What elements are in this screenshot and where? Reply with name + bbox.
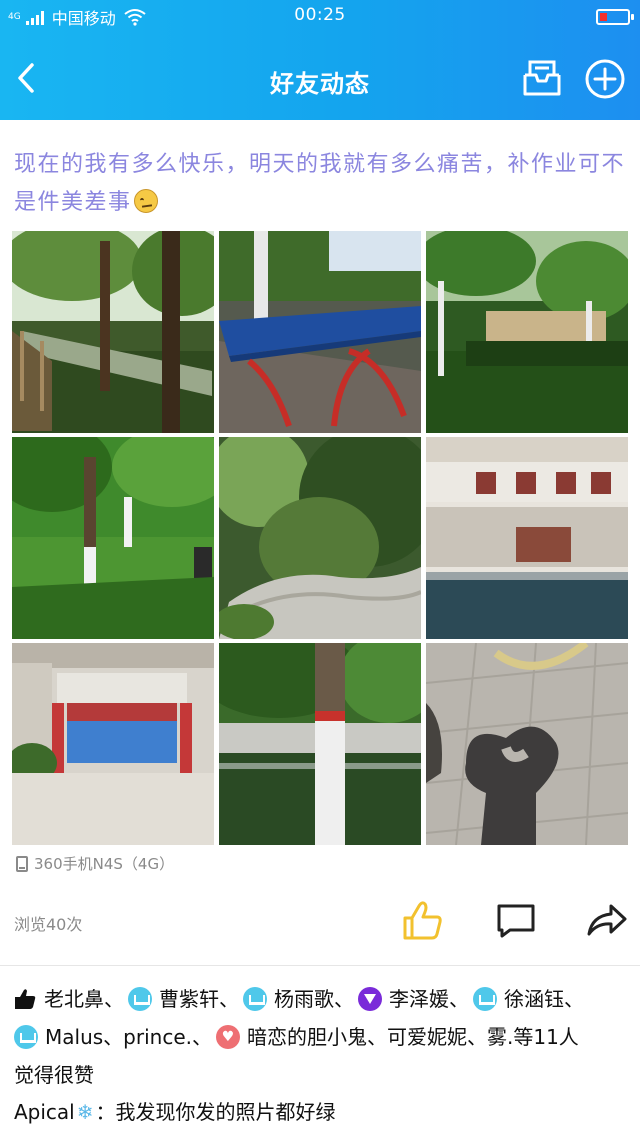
header-bar: 4G 中国移动 00:25 好友动态: [0, 0, 640, 120]
liker-name[interactable]: 老北鼻: [44, 987, 104, 1011]
likes-count[interactable]: 等11人: [513, 1025, 578, 1049]
photo-grid: [12, 231, 628, 845]
post-text-content: 现在的我有多么快乐，明天的我就有多么痛苦，补作业可不是件美差事: [14, 152, 626, 215]
snowflake-icon: ❄: [76, 1100, 94, 1124]
liker-name[interactable]: 暗恋的胆小鬼: [247, 1025, 367, 1049]
photo-8[interactable]: [219, 643, 421, 845]
status-time: 00:25: [294, 5, 346, 25]
thumbs-up-icon[interactable]: [401, 898, 445, 942]
battery-icon: [596, 9, 634, 25]
view-count: 浏览40次: [14, 915, 83, 934]
commenter-name[interactable]: Apical: [14, 1100, 75, 1124]
liker-name[interactable]: 可爱妮妮: [387, 1025, 467, 1049]
likes-list: 老北鼻、曹紫轩、杨雨歌、李泽媛、徐涵钰、Malus、prince.、暗恋的胆小鬼…: [14, 980, 628, 1094]
back-arrow-icon[interactable]: [8, 58, 48, 98]
separator: 、: [334, 987, 354, 1011]
liker-name[interactable]: 杨雨歌: [274, 987, 334, 1011]
liker-name[interactable]: 雾.: [487, 1025, 513, 1049]
photo-7[interactable]: [12, 643, 214, 845]
liker-name[interactable]: 徐涵钰: [504, 987, 564, 1011]
plus-circle-icon[interactable]: [584, 58, 626, 100]
photo-3[interactable]: [426, 231, 628, 433]
device-info: 360手机N4S（4G）: [16, 853, 174, 874]
status-bar: 4G 中国移动 00:25: [0, 0, 640, 34]
nav-bar: 好友动态: [0, 34, 640, 120]
crown-badge-icon: [14, 1025, 38, 1049]
message-box-icon[interactable]: [521, 58, 563, 98]
crown-badge-icon: [128, 987, 152, 1011]
likes-suffix: 觉得很赞: [14, 1063, 94, 1087]
divider: [0, 965, 640, 966]
separator: 、: [449, 987, 469, 1011]
photo-6[interactable]: [426, 437, 628, 639]
device-label: 360手机N4S（4G）: [34, 855, 175, 873]
post-text: 现在的我有多么快乐，明天的我就有多么痛苦，补作业可不是件美差事: [14, 146, 632, 222]
separator: 、: [103, 1025, 124, 1049]
photo-4[interactable]: [12, 437, 214, 639]
photo-9[interactable]: [426, 643, 628, 845]
thumbs-up-icon: [15, 989, 36, 1009]
crown-badge-icon: [473, 987, 497, 1011]
crown-badge-icon: [243, 987, 267, 1011]
photo-1[interactable]: [12, 231, 214, 433]
share-arrow-icon[interactable]: [585, 898, 629, 942]
liker-name[interactable]: 李泽媛: [389, 987, 449, 1011]
separator: 、: [191, 1025, 212, 1049]
heart-badge-icon: [215, 1025, 240, 1049]
separator: 、: [104, 987, 124, 1011]
liker-name[interactable]: 曹紫轩: [159, 987, 219, 1011]
photo-5[interactable]: [219, 437, 421, 639]
liker-name[interactable]: prince.: [123, 1025, 192, 1049]
comment-text: ：我发现你发的照片都好绿: [95, 1100, 336, 1124]
liker-name[interactable]: Malus: [45, 1025, 103, 1049]
phone-icon: [16, 855, 28, 872]
photo-2[interactable]: [219, 231, 421, 433]
separator: 、: [366, 1025, 387, 1049]
vip-badge-icon: [358, 987, 382, 1011]
comment-item: Apical ❄ ：我发现你发的照片都好绿: [14, 1097, 336, 1127]
separator: 、: [466, 1025, 487, 1049]
comment-bubble-icon[interactable]: [494, 898, 538, 942]
confused-face-icon: [133, 189, 158, 213]
separator: 、: [564, 987, 584, 1011]
separator: 、: [219, 987, 239, 1011]
